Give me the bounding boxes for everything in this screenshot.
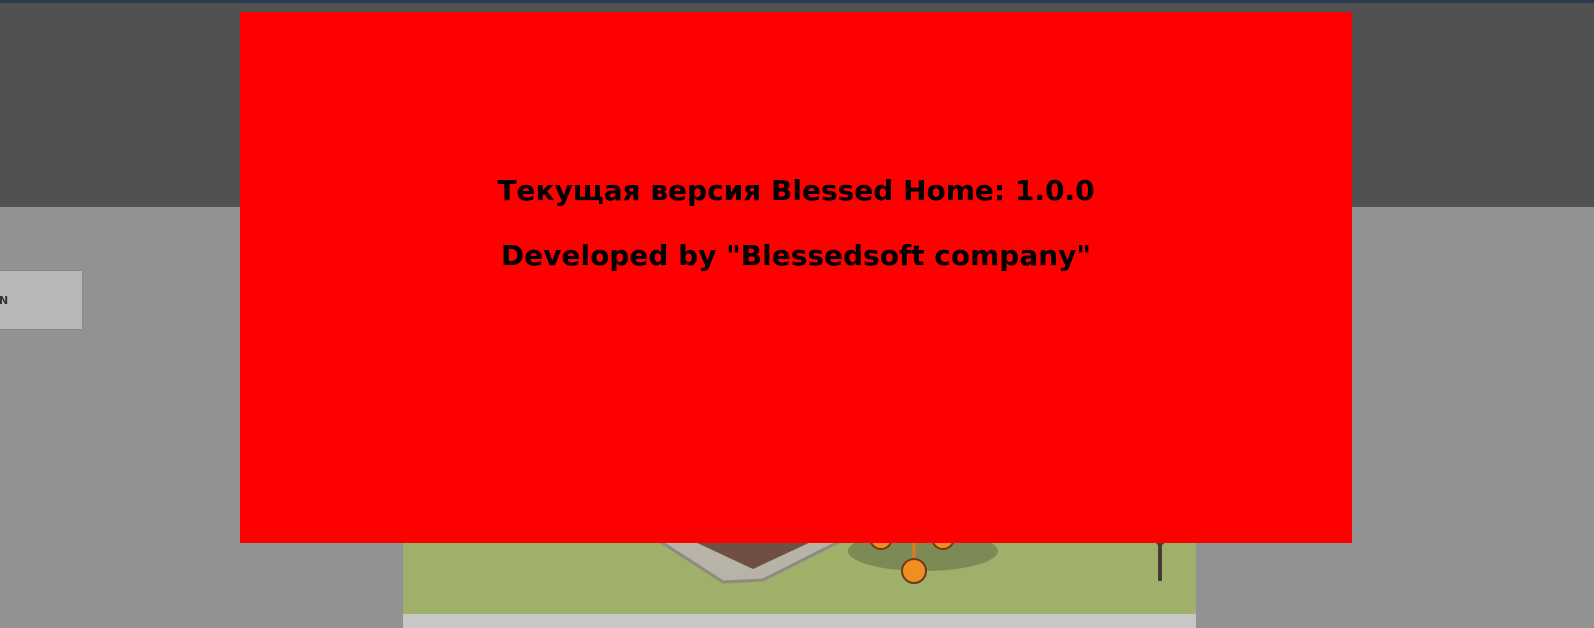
thermometer-icon[interactable] bbox=[901, 558, 927, 584]
developer-text: Developed by "Blessedsoft company" bbox=[501, 239, 1091, 272]
about-dialog: Текущая версия Blessed Home: 1.0.0 Devel… bbox=[240, 12, 1352, 543]
scene-bottom-bar bbox=[403, 614, 1196, 628]
left-menu-button-label: N bbox=[0, 293, 9, 307]
version-text: Текущая версия Blessed Home: 1.0.0 bbox=[497, 174, 1095, 207]
left-menu-button[interactable]: N bbox=[0, 270, 83, 330]
